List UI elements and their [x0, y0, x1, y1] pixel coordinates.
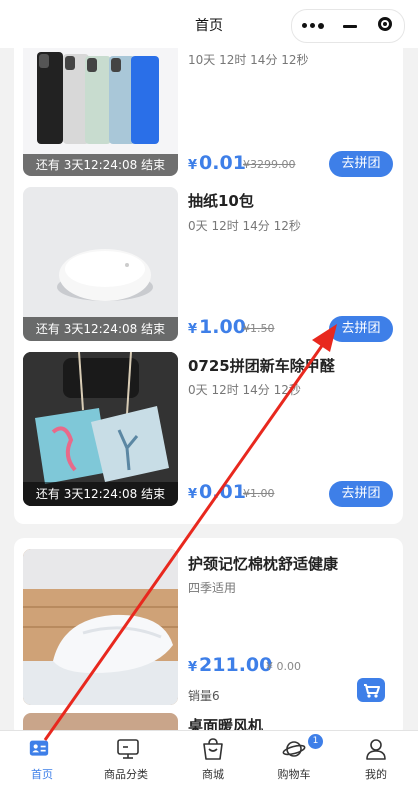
tab-label: 我的 [365, 768, 387, 781]
mini-program-capsule [291, 9, 405, 43]
deal-original-price: ¥3299.00 [243, 158, 296, 171]
product-original-price: ¥ 0.00 [266, 660, 301, 673]
deal-timer: 还有 3天12:24:08 结束 [23, 154, 178, 176]
deal-name[interactable]: 0725拼团新车除甲醛 [188, 355, 335, 376]
deal-countdown: 0天 12时 14分 12秒 [188, 383, 301, 397]
tab-label: 商品分类 [104, 768, 148, 781]
planet-icon [282, 741, 306, 757]
close-target-icon[interactable] [378, 17, 392, 31]
deal-image-sachet[interactable]: 还有 3天12:24:08 结束 [23, 352, 178, 506]
product-subtitle: 四季适用 [188, 581, 237, 595]
more-dots-icon[interactable] [302, 22, 324, 29]
cart-badge: 1 [308, 734, 323, 749]
deal-timer: 还有 3天12:24:08 结束 [23, 482, 178, 506]
deal-price: ¥0.01 [188, 481, 246, 503]
tab-label: 购物车 [277, 768, 311, 781]
monitor-icon [117, 739, 139, 759]
deal-countdown: 10天 12时 14分 12秒 [188, 53, 309, 67]
deal-name[interactable]: 抽纸10包 [188, 190, 254, 211]
product-price: ¥211.00 [188, 654, 273, 676]
tab-categories[interactable]: 商品分类 [84, 731, 168, 788]
tab-home[interactable]: 首页 [0, 731, 84, 788]
deal-image-round-device[interactable]: 还有 3天12:24:08 结束 [23, 187, 178, 341]
cart-icon [364, 684, 380, 698]
deal-timer: 还有 3天12:24:08 结束 [23, 317, 178, 341]
deal-price: ¥0.01 [188, 152, 246, 174]
add-to-cart-button[interactable] [357, 678, 385, 702]
home-card-icon [29, 740, 49, 756]
tab-profile[interactable]: 我的 [334, 731, 418, 788]
bottom-tab-bar: 首页 商品分类 商城 1 购物车 我的 [0, 730, 418, 788]
product-image-heater[interactable] [23, 713, 178, 730]
bag-icon [203, 738, 223, 760]
deal-price: ¥1.00 [188, 316, 246, 338]
deal-original-price: ¥1.00 [243, 487, 275, 500]
deal-original-price: ¥1.50 [243, 322, 275, 335]
join-group-button[interactable]: 去拼团 [329, 316, 393, 342]
product-sales: 销量6 [188, 689, 220, 703]
product-image-pillow[interactable] [23, 549, 178, 705]
user-icon [366, 739, 386, 760]
minimize-icon[interactable] [343, 25, 357, 28]
join-group-button[interactable]: 去拼团 [329, 151, 393, 177]
tab-mall[interactable]: 商城 [171, 731, 255, 788]
tab-label: 商城 [202, 768, 224, 781]
join-group-button[interactable]: 去拼团 [329, 481, 393, 507]
tab-label: 首页 [31, 768, 53, 781]
deal-countdown: 0天 12时 14分 12秒 [188, 219, 301, 233]
product-name[interactable]: 护颈记忆棉枕舒适健康 [188, 553, 338, 574]
top-bar: 首页 [0, 0, 418, 48]
tab-cart[interactable]: 1 购物车 [252, 731, 336, 788]
